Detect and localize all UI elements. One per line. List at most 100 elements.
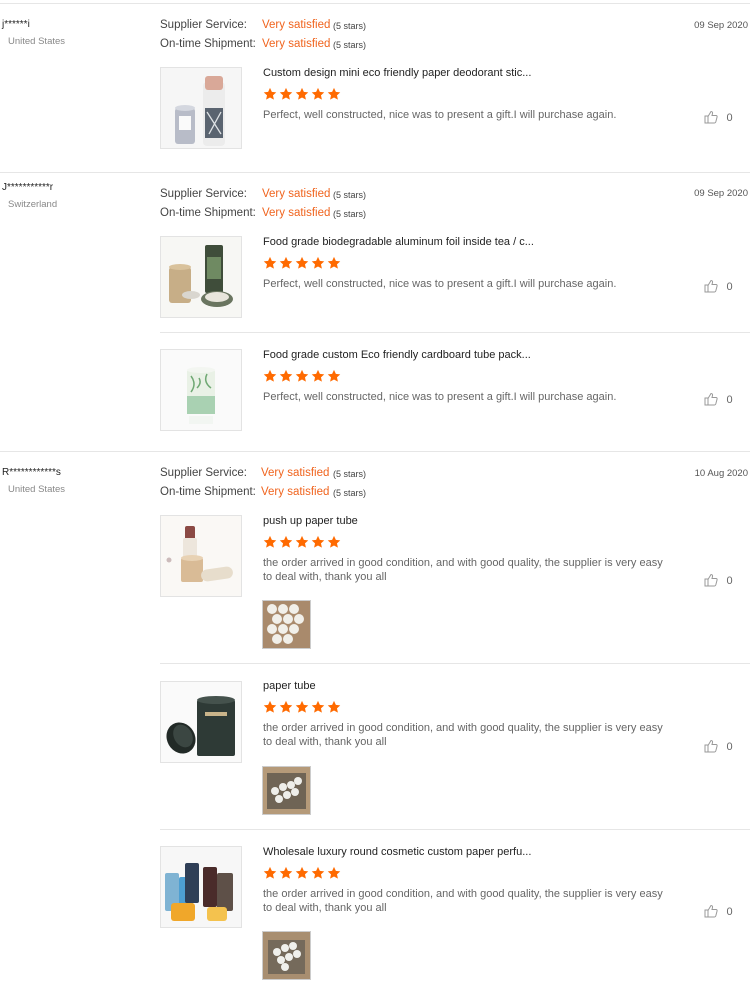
box-photo — [263, 932, 310, 979]
like-button[interactable]: 0 — [704, 108, 733, 126]
like-button[interactable]: 0 — [704, 902, 733, 920]
star-icon — [295, 535, 309, 548]
reviewer-name: j******i — [2, 19, 30, 30]
star-icon — [311, 535, 325, 548]
star-icon — [327, 87, 341, 100]
star-icon — [263, 535, 277, 548]
product-thumbnail[interactable] — [160, 515, 242, 597]
thumbs-up-icon — [704, 279, 718, 293]
star-icon — [327, 535, 341, 548]
review-date: 09 Sep 2020 — [694, 188, 748, 199]
product-divider — [160, 332, 750, 333]
star-icon — [327, 256, 341, 269]
rating-stars — [263, 369, 343, 383]
product-title[interactable]: paper tube — [263, 680, 316, 692]
star-icon — [263, 700, 277, 713]
rating-stars — [263, 256, 343, 270]
thumbs-up-icon — [704, 739, 718, 753]
supplier-service-label: Supplier Service: — [160, 188, 247, 200]
star-icon — [311, 369, 325, 382]
star-icon — [295, 87, 309, 100]
rating-stars — [263, 866, 343, 880]
star-icon — [311, 256, 325, 269]
reviewer-country: United States — [8, 36, 66, 47]
like-count: 0 — [726, 741, 733, 753]
black-tube-photo — [161, 682, 241, 762]
product-title[interactable]: Food grade custom Eco friendly cardboard… — [263, 349, 531, 361]
product-title[interactable]: Food grade biodegradable aluminum foil i… — [263, 236, 534, 248]
supplier-service-stars: (5 stars) — [333, 469, 367, 479]
star-icon — [311, 87, 325, 100]
green-tube-photo — [161, 350, 241, 430]
on-time-shipment-stars: (5 stars) — [333, 40, 367, 50]
star-icon — [295, 256, 309, 269]
review-date: 10 Aug 2020 — [694, 468, 748, 479]
star-icon — [279, 87, 293, 100]
on-time-shipment-rating: Very satisfied — [262, 38, 331, 50]
supplier-service-label: Supplier Service: — [160, 467, 247, 479]
star-icon — [263, 87, 277, 100]
review-divider — [0, 451, 750, 452]
thumbs-up-icon — [704, 904, 718, 918]
product-divider — [160, 663, 750, 664]
product-title[interactable]: Custom design mini eco friendly paper de… — [263, 67, 531, 79]
star-icon — [279, 535, 293, 548]
product-divider — [160, 829, 750, 830]
review-divider — [0, 172, 750, 173]
reviewer-country: United States — [8, 484, 66, 495]
on-time-shipment-stars: (5 stars) — [333, 488, 367, 498]
star-icon — [263, 866, 277, 879]
box-photo — [263, 767, 310, 814]
rating-stars — [263, 87, 343, 101]
cosmetic-tubes-photo — [161, 847, 241, 927]
review-text: the order arrived in good condition, and… — [263, 557, 663, 583]
star-icon — [327, 369, 341, 382]
star-icon — [327, 700, 341, 713]
top-divider — [0, 3, 750, 4]
rating-stars — [263, 700, 343, 714]
star-icon — [327, 866, 341, 879]
beads-photo — [263, 601, 310, 648]
tea-tube-photo — [161, 237, 241, 317]
product-thumbnail[interactable] — [160, 236, 242, 318]
product-thumbnail[interactable] — [160, 67, 242, 149]
star-icon — [279, 256, 293, 269]
product-title[interactable]: push up paper tube — [263, 515, 358, 527]
supplier-service-rating: Very satisfied — [261, 467, 330, 479]
supplier-service-label: Supplier Service: — [160, 19, 247, 31]
reviewer-country: Switzerland — [8, 199, 58, 210]
review-text: Perfect, well constructed, nice was to p… — [263, 391, 617, 403]
review-text: the order arrived in good condition, and… — [263, 888, 663, 914]
product-title[interactable]: Wholesale luxury round cosmetic custom p… — [263, 846, 531, 858]
review-text: Perfect, well constructed, nice was to p… — [263, 109, 617, 121]
like-count: 0 — [726, 112, 733, 124]
push-up-tube-photo — [161, 516, 241, 596]
star-icon — [295, 866, 309, 879]
product-thumbnail[interactable] — [160, 681, 242, 763]
supplier-service-rating: Very satisfied — [262, 188, 331, 200]
star-icon — [295, 700, 309, 713]
like-count: 0 — [726, 906, 733, 918]
reviewer-name: J***********r — [2, 182, 54, 193]
star-icon — [263, 256, 277, 269]
like-button[interactable]: 0 — [704, 390, 733, 408]
like-button[interactable]: 0 — [704, 737, 733, 755]
rating-stars — [263, 535, 343, 549]
review-photo[interactable] — [262, 931, 311, 980]
on-time-shipment-label: On-time Shipment: — [160, 38, 256, 50]
star-icon — [295, 369, 309, 382]
product-thumbnail[interactable] — [160, 846, 242, 928]
like-button[interactable]: 0 — [704, 571, 733, 589]
star-icon — [263, 369, 277, 382]
supplier-service-stars: (5 stars) — [333, 190, 367, 200]
star-icon — [311, 700, 325, 713]
product-thumbnail[interactable] — [160, 349, 242, 431]
like-button[interactable]: 0 — [704, 277, 733, 295]
thumbs-up-icon — [704, 573, 718, 587]
review-photo[interactable] — [262, 766, 311, 815]
review-photo[interactable] — [262, 600, 311, 649]
deodorant-tube-photo — [161, 68, 241, 148]
star-icon — [279, 866, 293, 879]
star-icon — [279, 369, 293, 382]
star-icon — [279, 700, 293, 713]
